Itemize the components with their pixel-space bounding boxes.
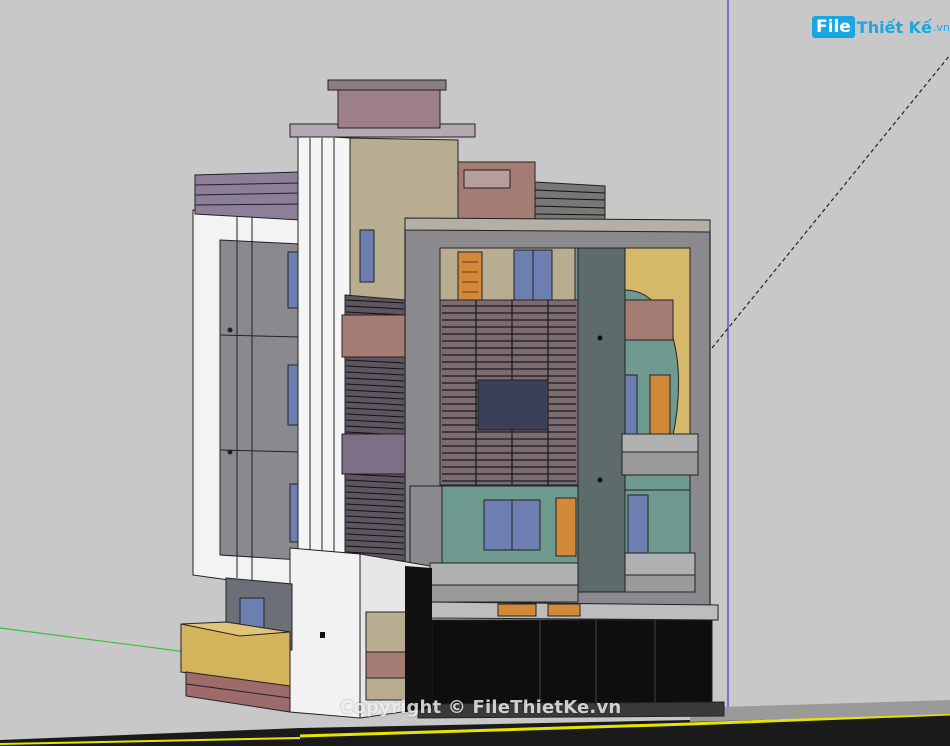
window	[624, 374, 638, 436]
garage-door	[431, 619, 713, 707]
tower-top	[337, 87, 441, 129]
window	[287, 364, 299, 426]
dashed-axis	[711, 54, 950, 349]
balcony	[624, 552, 696, 576]
door	[649, 374, 671, 436]
central-pier	[577, 247, 626, 593]
copyright-watermark: Copyright © FileThietKe.vn	[340, 697, 622, 718]
window	[627, 494, 649, 554]
logo-text: Thiết Kế	[856, 17, 932, 37]
left-roof	[194, 171, 301, 221]
frame-top-slab	[404, 217, 711, 233]
door	[457, 251, 483, 303]
balcony	[429, 562, 579, 586]
site-logo: File Thiết Kế .vn	[812, 14, 950, 40]
logo-tld: .vn	[932, 20, 950, 34]
logo-badge: File	[812, 16, 855, 38]
balcony	[621, 433, 699, 453]
green-axis	[0, 627, 211, 656]
door	[555, 497, 577, 557]
building-render	[0, 0, 950, 746]
sketchup-viewport: File Thiết Kế .vn Copyright © FileThietK…	[0, 0, 950, 746]
roof-railing	[534, 181, 606, 223]
window	[287, 251, 299, 309]
